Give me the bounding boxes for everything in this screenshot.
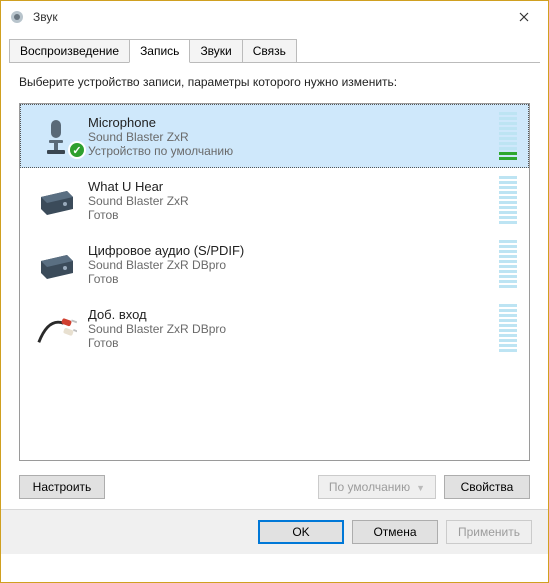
device-row[interactable]: Доб. входSound Blaster ZxR DBproГотов (20, 296, 529, 360)
chevron-down-icon: ▼ (416, 483, 425, 493)
device-row[interactable]: Цифровое аудио (S/PDIF)Sound Blaster ZxR… (20, 232, 529, 296)
device-info: Доб. входSound Blaster ZxR DBproГотов (84, 307, 499, 350)
window-title: Звук (33, 10, 502, 24)
level-meter (499, 112, 521, 160)
device-subtitle: Sound Blaster ZxR (88, 130, 499, 144)
list-button-row: Настроить По умолчанию ▼ Свойства (19, 475, 530, 499)
level-meter (499, 240, 521, 288)
set-default-button[interactable]: По умолчанию ▼ (318, 475, 436, 499)
device-row[interactable]: ✓MicrophoneSound Blaster ZxRУстройство п… (20, 104, 529, 168)
properties-button[interactable]: Свойства (444, 475, 530, 499)
device-subtitle: Sound Blaster ZxR DBpro (88, 322, 499, 336)
sound-app-icon (9, 9, 25, 25)
device-info: What U HearSound Blaster ZxRГотов (84, 179, 499, 222)
device-name: What U Hear (88, 179, 499, 194)
apply-button[interactable]: Применить (446, 520, 532, 544)
configure-button[interactable]: Настроить (19, 475, 105, 499)
device-list[interactable]: ✓MicrophoneSound Blaster ZxRУстройство п… (19, 103, 530, 461)
device-status: Устройство по умолчанию (88, 144, 499, 158)
close-button[interactable] (502, 2, 546, 32)
device-name: Microphone (88, 115, 499, 130)
instruction-text: Выберите устройство записи, параметры ко… (19, 75, 530, 89)
soundcard-icon (28, 179, 84, 221)
set-default-label: По умолчанию (329, 480, 410, 494)
soundcard-icon (28, 243, 84, 285)
device-status: Готов (88, 336, 499, 350)
tab-bar: ВоспроизведениеЗаписьЗвукиСвязь (1, 33, 548, 63)
tab-3[interactable]: Связь (242, 39, 297, 63)
default-check-icon: ✓ (68, 141, 86, 159)
device-name: Цифровое аудио (S/PDIF) (88, 243, 499, 258)
level-meter (499, 304, 521, 352)
device-info: MicrophoneSound Blaster ZxRУстройство по… (84, 115, 499, 158)
device-row[interactable]: What U HearSound Blaster ZxRГотов (20, 168, 529, 232)
device-status: Готов (88, 208, 499, 222)
tab-2[interactable]: Звуки (189, 39, 242, 63)
level-meter (499, 176, 521, 224)
dialog-footer: OK Отмена Применить (1, 509, 548, 554)
device-status: Готов (88, 272, 499, 286)
device-subtitle: Sound Blaster ZxR DBpro (88, 258, 499, 272)
device-name: Доб. вход (88, 307, 499, 322)
microphone-icon: ✓ (28, 115, 84, 157)
ok-button[interactable]: OK (258, 520, 344, 544)
tab-0[interactable]: Воспроизведение (9, 39, 130, 63)
tab-content: Выберите устройство записи, параметры ко… (1, 63, 548, 509)
device-info: Цифровое аудио (S/PDIF)Sound Blaster ZxR… (84, 243, 499, 286)
device-subtitle: Sound Blaster ZxR (88, 194, 499, 208)
cancel-button[interactable]: Отмена (352, 520, 438, 544)
tab-1[interactable]: Запись (129, 39, 190, 63)
aux-cable-icon (28, 307, 84, 349)
titlebar: Звук (1, 1, 548, 33)
